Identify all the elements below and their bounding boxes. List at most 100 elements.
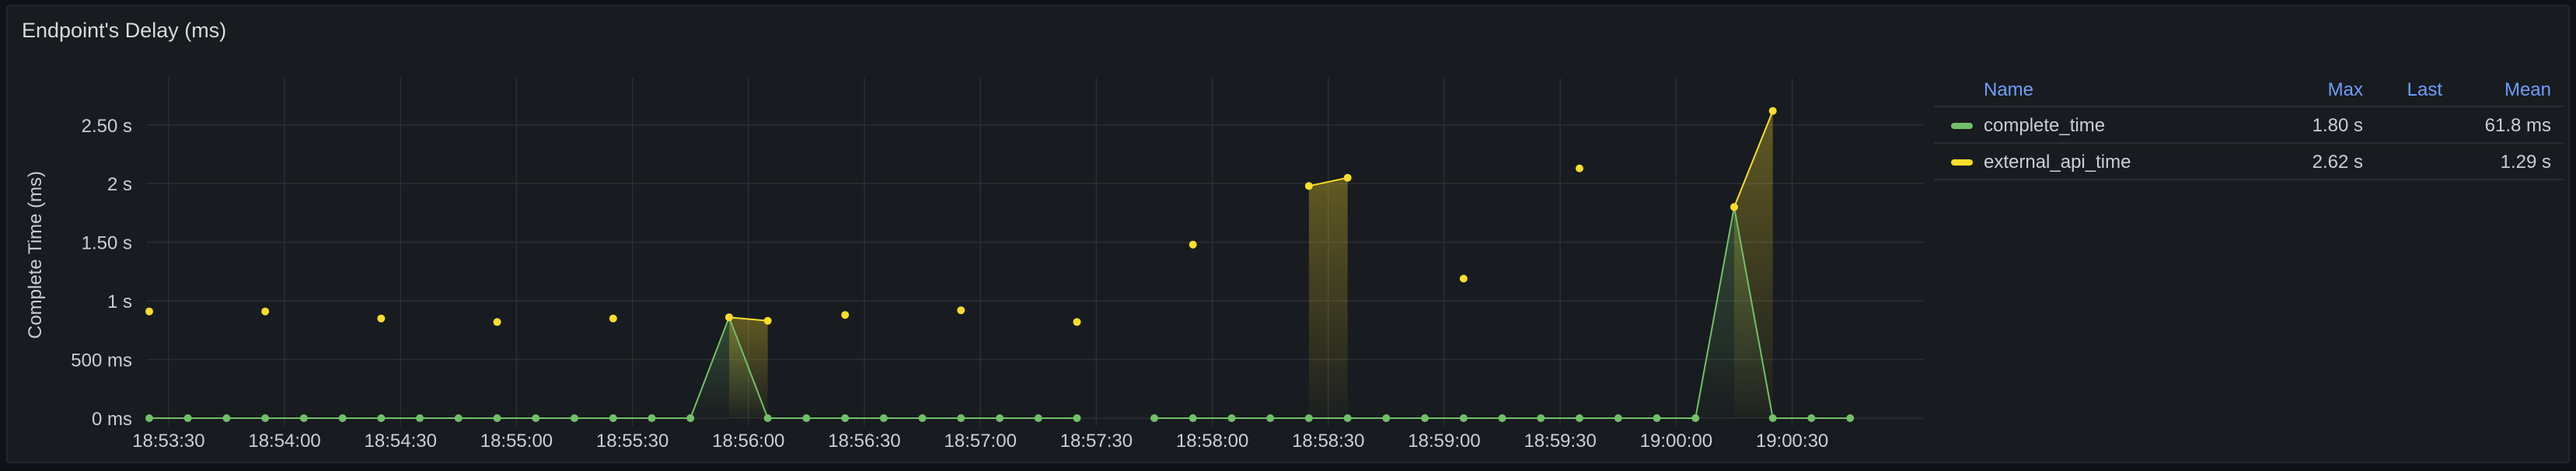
data-point-complete-time: [1343, 414, 1352, 422]
data-point-complete-time: [532, 414, 540, 422]
data-point-complete-time: [647, 414, 656, 422]
legend-series-name[interactable]: external_api_time: [1984, 152, 2131, 173]
series-area-external-api-time: [1308, 177, 1348, 418]
legend-mean-value: 1.29 s: [2500, 152, 2551, 173]
data-point-external-api-time: [1343, 173, 1352, 182]
chart-plot: Complete Time (ms) 0 ms 500 ms 1 s 1.50 s 2 …: [25, 78, 1923, 452]
x-tick-label: 18:54:00: [248, 431, 320, 452]
data-point-complete-time: [879, 414, 888, 422]
data-point-complete-time: [338, 414, 347, 422]
x-tick-label: 19:00:30: [1756, 431, 1828, 452]
legend-row-complete-time[interactable]: complete_time 1.80 s 61.8 ms: [1934, 107, 2564, 144]
series-area-complete-time: [149, 317, 1077, 418]
data-point-external-api-time: [763, 316, 772, 325]
data-point-external-api-time: [261, 307, 270, 316]
data-point-complete-time: [1459, 414, 1468, 422]
data-point-complete-time: [1576, 414, 1583, 422]
data-point-complete-time: [686, 414, 695, 422]
data-point-external-api-time: [493, 318, 501, 326]
legend-row-external-api-time[interactable]: external_api_time 2.62 s 1.29 s: [1934, 144, 2564, 180]
y-tick-label: 1.50 s: [82, 233, 132, 254]
data-point-external-api-time: [377, 314, 386, 323]
x-tick-label: 18:53:30: [132, 431, 204, 452]
legend-table: Name Max Last Mean complete_time 1.80 s …: [1934, 72, 2564, 180]
x-tick-label: 18:59:00: [1408, 431, 1480, 452]
data-point-external-api-time: [1073, 318, 1081, 326]
data-point-complete-time: [571, 414, 578, 422]
data-point-complete-time: [609, 414, 617, 422]
legend-mean-value: 61.8 ms: [2484, 115, 2551, 136]
x-tick-label: 18:56:00: [712, 431, 784, 452]
data-point-complete-time: [1498, 414, 1506, 422]
data-point-complete-time: [299, 414, 308, 422]
data-point-complete-time: [802, 414, 811, 422]
x-tick-label: 18:55:00: [480, 431, 553, 452]
legend-header-last[interactable]: Last: [2407, 79, 2442, 101]
data-point-external-api-time: [841, 311, 850, 319]
legend-swatch-green: [1951, 123, 1973, 129]
data-point-complete-time: [1073, 414, 1081, 422]
data-point-complete-time: [1382, 414, 1391, 422]
data-point-complete-time: [1807, 414, 1816, 422]
data-point-complete-time: [377, 414, 386, 422]
data-point-complete-time: [222, 414, 231, 422]
data-point-complete-time: [918, 414, 927, 422]
data-point-complete-time: [1227, 414, 1236, 422]
legend-swatch-yellow: [1951, 159, 1973, 166]
data-point-external-api-time: [1576, 164, 1583, 173]
legend-header-mean[interactable]: Mean: [2504, 79, 2551, 101]
data-point-external-api-time: [1459, 274, 1468, 283]
y-tick-label: 1 s: [107, 291, 132, 312]
x-tick-label: 18:56:30: [828, 431, 900, 452]
x-tick-label: 19:00:00: [1640, 431, 1712, 452]
y-tick-label: 2 s: [107, 174, 132, 195]
data-point-external-api-time: [1730, 203, 1738, 211]
data-point-external-api-time: [145, 307, 153, 316]
legend-series-name[interactable]: complete_time: [1984, 115, 2105, 137]
chart-panel: Endpoint's Delay (ms) Complete Time (ms)…: [6, 5, 2570, 463]
y-axis-label: Complete Time (ms): [25, 171, 46, 339]
data-point-complete-time: [454, 414, 462, 422]
data-point-complete-time: [1768, 414, 1777, 422]
x-tick-label: 18:54:30: [365, 431, 437, 452]
legend-header-max[interactable]: Max: [2328, 79, 2363, 101]
data-point-complete-time: [145, 414, 153, 422]
data-point-external-api-time: [609, 314, 617, 323]
data-point-complete-time: [841, 414, 850, 422]
data-point-complete-time: [1304, 414, 1313, 422]
data-point-complete-time: [493, 414, 501, 422]
x-tick-label: 18:55:30: [596, 431, 668, 452]
data-point-complete-time: [1846, 414, 1855, 422]
data-point-external-api-time: [1189, 240, 1197, 249]
data-point-complete-time: [957, 414, 965, 422]
legend-max-value: 1.80 s: [2312, 115, 2363, 136]
y-tick-label: 2.50 s: [82, 116, 132, 137]
legend-header-name[interactable]: Name: [1984, 79, 2033, 101]
data-point-complete-time: [261, 414, 270, 422]
legend-max-value: 2.62 s: [2312, 152, 2363, 173]
data-point-complete-time: [1691, 414, 1700, 422]
data-point-complete-time: [1421, 414, 1429, 422]
y-tick-label: 0 ms: [92, 409, 132, 430]
data-point-complete-time: [1189, 414, 1197, 422]
data-point-external-api-time: [957, 306, 965, 315]
series-line-complete-time: [149, 315, 1077, 419]
data-point-complete-time: [1266, 414, 1275, 422]
data-point-complete-time: [416, 414, 424, 422]
data-point-complete-time: [1653, 414, 1661, 422]
x-tick-label: 18:58:30: [1292, 431, 1364, 452]
y-tick-label: 500 ms: [71, 351, 132, 372]
x-tick-label: 18:57:30: [1060, 431, 1133, 452]
data-point-complete-time: [1034, 414, 1042, 422]
data-point-complete-time: [1537, 414, 1545, 422]
data-point-complete-time: [763, 414, 772, 422]
x-tick-label: 18:59:30: [1524, 431, 1596, 452]
data-point-complete-time: [1150, 414, 1158, 422]
data-point-complete-time: [1614, 414, 1622, 422]
x-tick-label: 18:57:00: [944, 431, 1017, 452]
data-point-external-api-time: [1304, 182, 1313, 190]
data-point-complete-time: [996, 414, 1004, 422]
x-tick-label: 18:58:00: [1176, 431, 1248, 452]
legend-header: Name Max Last Mean: [1934, 72, 2564, 107]
data-point-external-api-time: [1768, 106, 1777, 115]
